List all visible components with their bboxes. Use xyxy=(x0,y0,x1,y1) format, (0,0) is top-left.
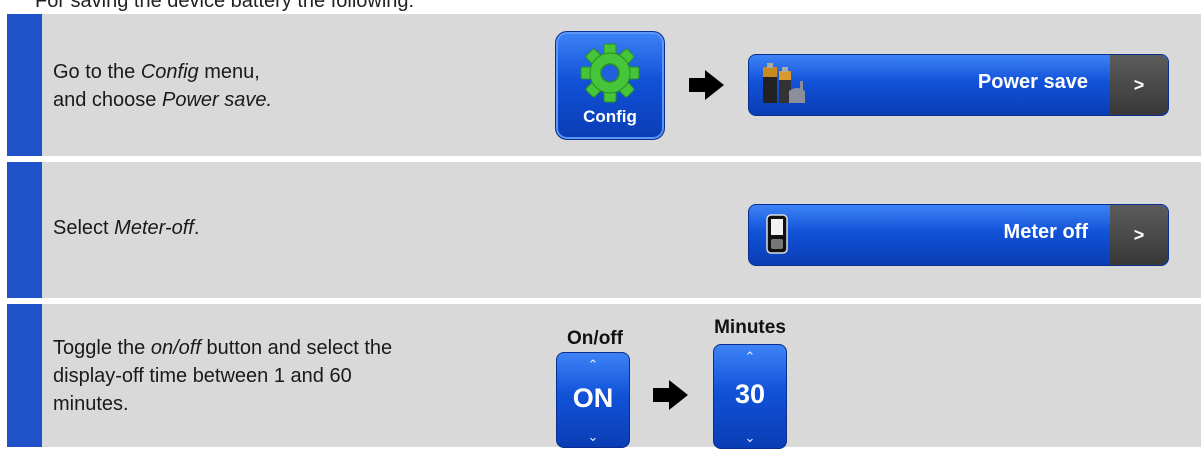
step-accent-bar xyxy=(7,14,42,156)
power-save-menu-item[interactable]: Power save > xyxy=(748,54,1169,116)
meter-off-label: Meter off xyxy=(1003,221,1088,243)
step-3-text: Toggle the on/off button and select the … xyxy=(53,337,393,415)
step-1-text: Go to the Config menu, and choose Power … xyxy=(53,61,273,111)
meter-off-chevron[interactable]: > xyxy=(1110,205,1168,265)
config-emphasis: Config xyxy=(140,61,199,83)
onoff-emphasis: on/off xyxy=(150,337,201,359)
onoff-title: On/off xyxy=(567,328,623,349)
step-accent-bar xyxy=(7,304,42,447)
power-save-emphasis: Power save. xyxy=(161,89,273,111)
step-2-text: Select Meter-off. xyxy=(53,217,200,239)
onoff-spinner[interactable]: ⌃ ON ⌄ xyxy=(556,352,630,448)
minutes-title: Minutes xyxy=(714,317,786,338)
battery-icon xyxy=(763,63,805,103)
chevron-up-icon[interactable]: ⌃ xyxy=(714,349,786,365)
intro-text: For saving the device battery the follow… xyxy=(35,0,415,12)
power-save-label: Power save xyxy=(977,71,1088,93)
arrow-right-icon xyxy=(653,380,688,410)
minutes-value: 30 xyxy=(734,379,766,409)
config-button-label: Config xyxy=(583,107,637,126)
step-accent-bar xyxy=(7,162,42,298)
chevron-down-icon[interactable]: ⌄ xyxy=(557,429,629,445)
minutes-spinner[interactable]: ⌃ 30 ⌄ xyxy=(713,344,787,449)
chevron-up-icon[interactable]: ⌃ xyxy=(557,357,629,373)
gear-icon xyxy=(580,43,640,103)
onoff-value: ON xyxy=(572,383,614,413)
meter-off-emphasis: Meter-off xyxy=(114,217,194,239)
config-button[interactable]: Config xyxy=(555,31,665,140)
meter-device-icon xyxy=(766,214,788,254)
chevron-down-icon[interactable]: ⌄ xyxy=(714,430,786,446)
meter-off-menu-item[interactable]: Meter off > xyxy=(748,204,1169,266)
power-save-chevron[interactable]: > xyxy=(1110,55,1168,115)
arrow-right-icon xyxy=(689,70,724,100)
